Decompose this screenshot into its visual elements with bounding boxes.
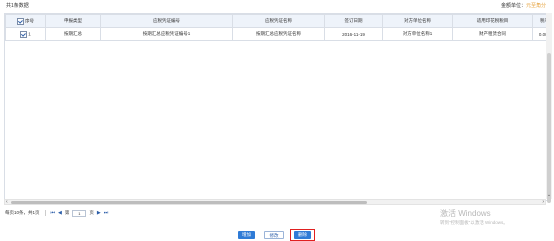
page-suffix: 页 (89, 210, 94, 215)
watermark-subtitle: 转到"控制面板"以激活 Windows。 (440, 220, 508, 225)
col-header-tax-item[interactable]: 适用印花税税目 (452, 14, 533, 28)
col-header-index[interactable]: 序号 (5, 14, 46, 28)
first-page-icon[interactable]: ⏮ (51, 210, 56, 216)
pager-summary: 每页10条，共1页 (5, 210, 40, 215)
amount-unit: 金额单位：元至角分 (501, 2, 546, 9)
cell-sign-date: 2016-11-19 (324, 27, 383, 41)
row-checkbox[interactable] (20, 30, 28, 38)
table-header-row: 序号 申报类型 应税凭证编号 应税凭证名称 签订日期 对方单位名称 适用印花税税… (5, 14, 547, 28)
page-prefix: 第 (64, 210, 70, 215)
vertical-scrollbar[interactable]: ⌄ (546, 13, 552, 203)
scroll-left-arrow-icon[interactable]: ‹ (6, 199, 8, 205)
cell-voucher-no: 按期汇总应税凭证编号1 (100, 27, 233, 41)
windows-activation-watermark: 激活 Windows 转到"控制面板"以激活 Windows。 (440, 208, 508, 226)
col-header-counterparty[interactable]: 对方单位名称 (382, 14, 453, 28)
horizontal-scrollbar[interactable]: ‹ › (4, 199, 546, 205)
scroll-down-arrow-icon[interactable]: ⌄ (546, 191, 552, 199)
col-header-voucher-name[interactable]: 应税凭证名称 (232, 14, 325, 28)
toolbar: 共1条数据 金额单位：元至角分 (0, 0, 554, 10)
col-header-type[interactable]: 申报类型 (45, 14, 101, 28)
highlight-box (290, 229, 315, 241)
record-count: 共1条数据 (6, 3, 29, 9)
cell-index[interactable]: 1 (5, 27, 46, 41)
prev-page-icon[interactable]: ◀ (58, 210, 62, 216)
amount-unit-label: 金额单位： (500, 3, 526, 9)
pagination: 每页10条，共1页 ⏮ ◀ 第 1 页 ▶ ⏭ (5, 209, 108, 217)
amount-unit-value: 元至角分 (525, 3, 546, 9)
edit-button[interactable]: 修改 (264, 231, 284, 239)
last-page-icon[interactable]: ⏭ (104, 210, 109, 216)
page-number-input[interactable]: 1 (72, 209, 87, 217)
data-grid: 序号 申报类型 应税凭证编号 应税凭证名称 签订日期 对方单位名称 适用印花税税… (4, 13, 548, 201)
col-header-voucher-no[interactable]: 应税凭证编号 (100, 14, 233, 28)
table-row[interactable]: 1 按期汇总 按期汇总应税凭证编号1 按期汇总应税凭证名称 2016-11-19… (5, 27, 547, 41)
horizontal-scroll-thumb[interactable] (11, 201, 367, 204)
pager-divider (44, 210, 46, 216)
select-all-checkbox[interactable] (17, 17, 24, 25)
col-header-sign-date[interactable]: 签订日期 (324, 14, 383, 28)
cell-tax-item: 财产租赁合同 (452, 27, 533, 41)
cell-type: 按期汇总 (45, 27, 101, 41)
watermark-title: 激活 Windows (440, 209, 491, 218)
cell-voucher-name: 按期汇总应税凭证名称 (232, 27, 325, 41)
next-page-icon[interactable]: ▶ (97, 210, 101, 216)
vertical-scroll-thumb[interactable] (547, 53, 551, 203)
cell-counterparty: 对方单位名称1 (382, 27, 453, 41)
add-button[interactable]: 增加 (238, 231, 255, 239)
scroll-right-arrow-icon[interactable]: › (542, 199, 544, 205)
action-bar: 增加 修改 删除 (0, 229, 554, 241)
data-table: 序号 申报类型 应税凭证编号 应税凭证名称 签订日期 对方单位名称 适用印花税税… (5, 14, 547, 41)
